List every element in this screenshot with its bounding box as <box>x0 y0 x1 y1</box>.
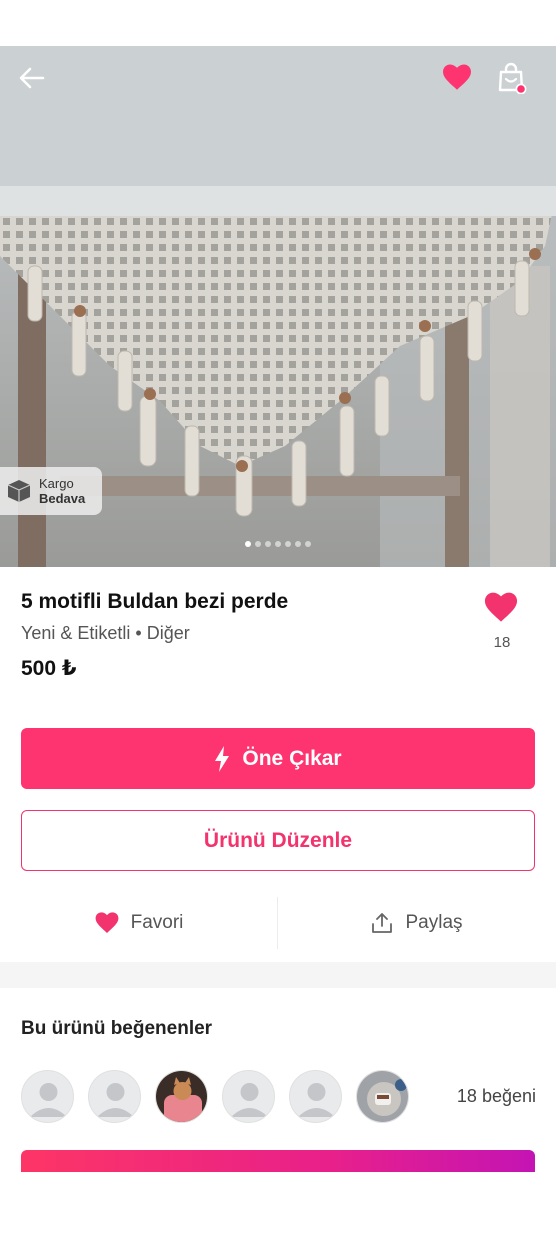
heart-icon <box>443 63 471 90</box>
page-dot[interactable] <box>305 541 311 547</box>
heart-icon <box>484 592 518 622</box>
divider <box>277 897 278 949</box>
product-price: 500 ₺ <box>21 657 77 680</box>
product-title: 5 motifli Buldan bezi perde <box>21 590 289 613</box>
package-icon <box>7 480 31 502</box>
cat-photo-avatar <box>156 1071 207 1122</box>
free-shipping-badge: Kargo Bedava <box>0 467 102 515</box>
default-avatar-icon <box>231 1083 268 1117</box>
share-button[interactable]: Paylaş <box>278 895 556 951</box>
page-dot[interactable] <box>295 541 301 547</box>
lightning-icon <box>215 745 230 772</box>
like-count: 18 <box>493 634 511 651</box>
avatar[interactable] <box>222 1070 275 1123</box>
like-button[interactable] <box>484 592 520 626</box>
status-bar <box>0 0 556 46</box>
favorite-button-top[interactable] <box>440 60 474 94</box>
action-bar: Favori Paylaş <box>0 895 556 951</box>
page-dot[interactable] <box>265 541 271 547</box>
promote-button[interactable]: Öne Çıkar <box>21 728 535 789</box>
likers-avatar-list <box>21 1070 409 1123</box>
avatar[interactable] <box>88 1070 141 1123</box>
gradient-banner-button[interactable] <box>21 1150 535 1172</box>
image-pagination <box>0 541 556 547</box>
edit-product-button-label: Ürünü Düzenle <box>203 828 353 852</box>
page-dot[interactable] <box>275 541 281 547</box>
page-dot[interactable] <box>245 541 251 547</box>
avatar[interactable] <box>356 1070 409 1123</box>
default-avatar-icon <box>298 1083 335 1117</box>
arrow-left-icon <box>19 67 45 89</box>
promote-button-label: Öne Çıkar <box>242 746 342 770</box>
heart-icon <box>95 912 118 933</box>
favorite-label: Favori <box>130 912 184 933</box>
section-divider <box>0 962 556 988</box>
cart-button[interactable] <box>494 60 530 96</box>
back-button[interactable] <box>14 60 50 96</box>
product-condition: Yeni & Etiketli • Diğer <box>21 623 190 643</box>
shopping-bag-icon <box>498 62 527 94</box>
default-avatar-icon <box>30 1083 67 1117</box>
share-icon <box>372 913 393 933</box>
favorite-button[interactable]: Favori <box>0 895 278 951</box>
badge-line-1: Kargo <box>39 476 74 491</box>
avatar[interactable] <box>21 1070 74 1123</box>
page-dot[interactable] <box>285 541 291 547</box>
share-label: Paylaş <box>405 912 463 933</box>
avatar[interactable] <box>155 1070 208 1123</box>
avatar[interactable] <box>289 1070 342 1123</box>
bottom-area <box>0 1172 556 1235</box>
tea-photo-avatar <box>357 1071 408 1122</box>
likers-section-title: Bu ürünü beğenenler <box>21 1018 213 1039</box>
default-avatar-icon <box>97 1083 134 1117</box>
edit-product-button[interactable]: Ürünü Düzenle <box>21 810 535 871</box>
badge-line-2: Bedava <box>39 491 86 506</box>
likes-total: 18 beğeni <box>456 1086 536 1106</box>
page-dot[interactable] <box>255 541 261 547</box>
